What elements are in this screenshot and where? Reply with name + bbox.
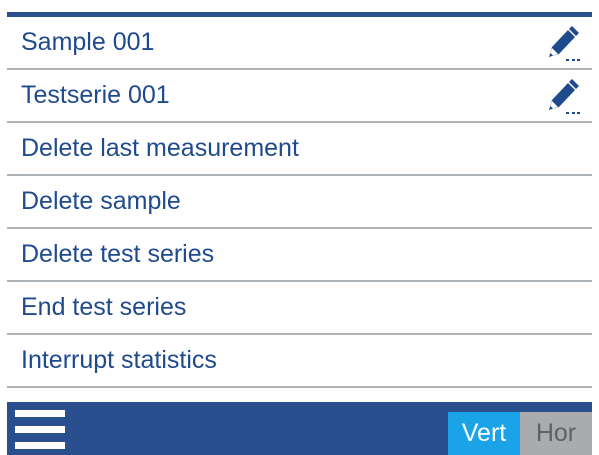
menu-item-interrupt-statistics[interactable]: Interrupt statistics (7, 335, 592, 388)
toggle-horizontal-button[interactable]: Hor (520, 412, 592, 455)
menu-item-delete-test-series[interactable]: Delete test series (7, 229, 592, 282)
menu-item-test-series[interactable]: Testserie 001 (7, 70, 592, 123)
menu-item-label: Delete sample (21, 187, 181, 215)
menu-item-label: Delete test series (21, 240, 215, 268)
menu-item-sample[interactable]: Sample 001 (7, 17, 592, 70)
top-border (0, 0, 599, 17)
toggle-vertical-button[interactable]: Vert (448, 412, 520, 455)
menu-item-label: Sample 001 (21, 28, 155, 56)
menu-item-end-test-series[interactable]: End test series (7, 282, 592, 335)
pencil-icon[interactable] (546, 25, 580, 61)
menu-item-label: Delete last measurement (21, 134, 299, 162)
orientation-toggle: Vert Hor (448, 412, 592, 455)
bottom-bar: Vert Hor (7, 402, 592, 455)
menu-item-label: Interrupt statistics (21, 346, 217, 374)
pencil-icon[interactable] (546, 78, 580, 114)
screen: Sample 001 Testserie 001 Delete last mea… (0, 0, 599, 455)
menu-item-delete-last-measurement[interactable]: Delete last measurement (7, 123, 592, 176)
menu-item-label: Testserie 001 (21, 81, 170, 109)
menu-item-delete-sample[interactable]: Delete sample (7, 176, 592, 229)
hamburger-menu-icon[interactable] (15, 410, 65, 455)
menu-item-label: End test series (21, 293, 187, 321)
menu-list: Sample 001 Testserie 001 Delete last mea… (7, 17, 592, 388)
